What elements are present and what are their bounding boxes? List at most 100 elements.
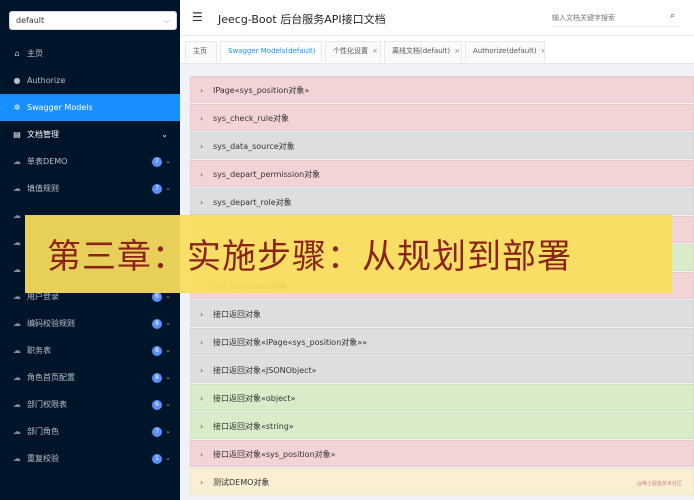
tab-home[interactable]: 主页 [185,41,217,62]
home-icon: ⌂ [14,49,20,58]
sidebar-item-label: 单表DEMO [27,157,68,166]
chevron-right-icon: › [200,366,204,375]
chevron-right-icon: › [200,310,204,319]
sidebar-item-label: Authorize [27,76,66,85]
sidebar-subitems: ☁单表DEMO7⌄☁填值规则7⌄☁⌄☁⌄☁⌄☁用户登录6⌄☁编码校验规则8⌄☁职… [0,148,180,472]
search-icon[interactable]: ⌕ [670,11,675,21]
menu-toggle-icon[interactable]: ☰ [192,10,203,24]
model-row[interactable]: › sys_depart_role对象 [190,188,694,215]
chevron-right-icon: › [200,422,204,431]
sidebar-item-label: 职务表 [27,346,51,355]
sidebar-item-label: 重复校验 [27,454,59,463]
cloud-icon: ☁ [13,292,21,301]
tab-label: 主页 [193,47,207,55]
cloud-icon: ☁ [13,211,21,220]
cloud-icon: ☁ [13,454,21,463]
count-badge: 7 [152,157,162,167]
model-label: 接口返回对象«IPage«sys_position对象»» [213,338,368,347]
model-row[interactable]: › IPage«sys_position对象» [190,76,694,103]
model-row[interactable]: › 接口返回对象 [190,300,694,327]
close-icon[interactable]: × [454,47,460,55]
chevron-right-icon: › [200,198,204,207]
chevron-right-icon: › [200,394,204,403]
chevron-right-icon: › [200,142,204,151]
count-badge: 8 [152,373,162,383]
watermark: @稀土掘金技术社区 [637,481,683,487]
model-label: sys_depart_permission对象 [213,170,321,179]
model-row[interactable]: › 接口返回对象«IPage«sys_position对象»» [190,328,694,355]
model-row[interactable]: › 接口返回对象«object» [190,384,694,411]
sidebar-subitem[interactable]: ☁ 单表DEMO 7 ⌄ [0,148,180,175]
model-row[interactable]: › sys_check_rule对象 [190,104,694,131]
model-label: 接口返回对象«sys_position对象» [213,450,336,459]
model-row[interactable]: › sys_data_source对象 [190,132,694,159]
chapter-banner: 第三章：实施步骤：从规划到部署 [25,215,672,293]
count-badge: 8 [152,319,162,329]
model-label: sys_check_rule对象 [213,114,289,123]
cube-icon: ✲ [13,103,21,112]
cloud-icon: ☁ [13,184,21,193]
tab-bar: 主页 Swagger Models(default) × 个性化设置 × 离线文档(… [180,36,694,64]
chevron-down-icon: ⌄ [165,373,171,381]
chevron-right-icon: › [200,86,204,95]
cloud-icon: ☁ [13,238,21,247]
sidebar-subitem[interactable]: ☁ 部门角色 7 ⌄ [0,418,180,445]
tab-label: Authorize(default) [473,47,537,55]
model-row[interactable]: › 测试DEMO对象 [190,468,694,495]
model-label: 接口返回对象 [213,310,261,319]
user-icon: ● [13,76,21,85]
close-icon[interactable]: × [541,47,544,55]
model-row[interactable]: › 接口返回对象«JSONObject» [190,356,694,383]
group-select[interactable]: default ⌵ [9,11,177,30]
chevron-down-icon: ⌄ [165,454,171,462]
cloud-icon: ☁ [13,157,21,166]
sidebar-item-swagger-models[interactable]: ✲ Swagger Models [0,94,180,121]
chevron-down-icon: ⌄ [165,427,171,435]
page-title: Jeecg-Boot 后台服务API接口文档 [218,13,386,26]
cloud-icon: ☁ [13,373,21,382]
sidebar-item-label: 主页 [27,49,43,58]
sidebar-item-authorize[interactable]: ● Authorize [0,67,180,94]
sidebar-subitem[interactable]: ☁ 职务表 8 ⌄ [0,337,180,364]
group-select-value: default [16,16,45,25]
model-label: 测试DEMO对象 [213,478,270,487]
model-row[interactable]: › 接口返回对象«string» [190,412,694,439]
close-icon[interactable]: × [320,47,321,55]
chevron-right-icon: › [200,478,204,487]
sidebar-subitem[interactable]: ☁ 重复校验 1 ⌄ [0,445,180,472]
tab-swagger-models[interactable]: Swagger Models(default) × [220,41,322,62]
sidebar-subitem[interactable]: ☁ 编码校验规则 8 ⌄ [0,310,180,337]
count-badge: 1 [152,454,162,464]
sidebar-item-label: Swagger Models [27,103,93,112]
tab-personal-settings[interactable]: 个性化设置 × [325,41,381,62]
cloud-icon: ☁ [13,265,21,274]
tab-label: Swagger Models(default) [228,47,316,55]
model-row[interactable]: › sys_depart_permission对象 [190,160,694,187]
chevron-down-icon: ⌄ [161,130,168,139]
model-label: IPage«sys_position对象» [213,86,310,95]
chevron-right-icon: › [200,338,204,347]
chevron-down-icon: ⌵ [163,16,170,25]
count-badge: 7 [152,427,162,437]
tab-offline-docs[interactable]: 离线文档(default) × [384,41,462,62]
sidebar-subitem[interactable]: ☁ 填值规则 7 ⌄ [0,175,180,202]
cloud-icon: ☁ [13,319,21,328]
tab-authorize[interactable]: Authorize(default) × [465,41,545,62]
search-input[interactable] [552,10,680,27]
model-label: sys_depart_role对象 [213,198,292,207]
model-row[interactable]: › 接口返回对象«sys_position对象» [190,440,694,467]
sidebar-subitem[interactable]: ☁ 部门权限表 6 ⌄ [0,391,180,418]
chevron-right-icon: › [200,170,204,179]
close-icon[interactable]: × [372,47,378,55]
sidebar-subitem[interactable]: ☁ 角色首页配置 8 ⌄ [0,364,180,391]
sidebar-item-label: 编码校验规则 [27,319,75,328]
sidebar-group-docs[interactable]: ▤ 文档管理 ⌄ [0,121,180,148]
sidebar-item-home[interactable]: ⌂ 主页 [0,40,180,67]
model-label: 接口返回对象«string» [213,422,294,431]
header: ☰ Jeecg-Boot 后台服务API接口文档 ⌕ [180,0,694,36]
sidebar-item-label: 部门权限表 [27,400,67,409]
model-label: 接口返回对象«JSONObject» [213,366,317,375]
count-badge: 6 [152,292,162,302]
chevron-down-icon: ⌄ [165,346,171,354]
chevron-down-icon: ⌄ [165,400,171,408]
